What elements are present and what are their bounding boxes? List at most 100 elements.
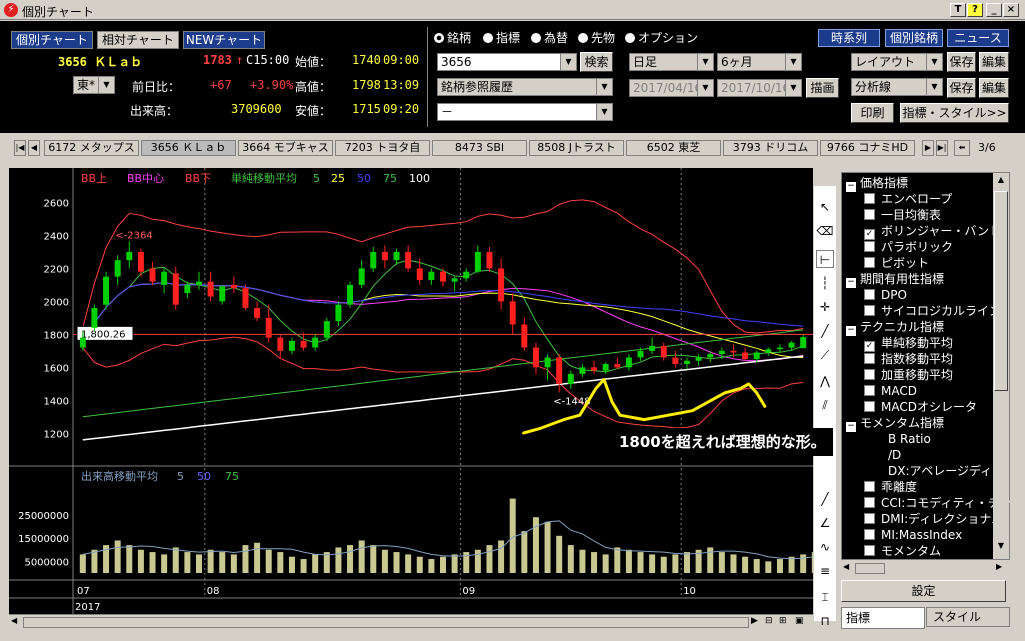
sub-select[interactable]: － ▼	[437, 103, 613, 121]
help-button[interactable]: ?	[967, 3, 983, 17]
checkbox-icon[interactable]	[864, 401, 875, 412]
stock-tab[interactable]: 3664 モブキャス	[238, 140, 333, 156]
tree-item[interactable]: DX:アベレージディレ	[888, 463, 1004, 479]
nav-relative-chart[interactable]: 相対チャート	[97, 31, 179, 49]
tree-item[interactable]: MI:MassIndex	[864, 527, 962, 543]
tree-item[interactable]: 加重移動平均	[864, 367, 953, 383]
collapse-icon[interactable]: −	[846, 182, 856, 192]
checkbox-icon[interactable]	[864, 257, 875, 268]
tab-timeseries[interactable]: 時系列	[818, 29, 880, 47]
start-date-select[interactable]: 2017/04/16 ▼	[629, 79, 714, 97]
radio-index[interactable]: 指標	[483, 29, 520, 46]
back-arrow-icon[interactable]: ⬅	[954, 140, 970, 156]
radio-stock[interactable]: 銘柄	[434, 29, 471, 46]
nav-new-chart[interactable]: NEWチャート	[183, 31, 265, 49]
radio-forex[interactable]: 為替	[531, 29, 568, 46]
interval-select[interactable]: 日足 ▼	[629, 53, 714, 71]
line-tool-icon[interactable]: ╱	[816, 490, 834, 508]
channel-tool-icon[interactable]: ⫽	[816, 396, 834, 414]
angle-tool-icon[interactable]: ∠	[816, 514, 834, 532]
cross-tool-icon[interactable]: ✛	[816, 298, 834, 316]
tree-item[interactable]: B Ratio	[888, 431, 931, 447]
tree-item[interactable]: ピボット	[864, 255, 929, 271]
radio-options[interactable]: オプション	[625, 29, 698, 46]
tab-indicator[interactable]: 指標	[841, 607, 925, 629]
pointer-tool-icon[interactable]: ↖	[816, 198, 834, 216]
layout-edit-button[interactable]: 編集	[979, 52, 1009, 72]
zoom-in-icon[interactable]: ⊞	[779, 616, 787, 626]
layout-select[interactable]: レイアウト ▼	[851, 53, 943, 71]
chart-hscroll[interactable]: ◀ ▶ ⊟ ⊞ ▣	[9, 614, 813, 630]
zoom-out-icon[interactable]: ⊟	[765, 616, 773, 626]
trendline-tool-icon[interactable]: ╱	[816, 322, 834, 340]
stock-tab[interactable]: 6502 東芝	[626, 140, 721, 156]
tree-item[interactable]: モメンタム	[864, 543, 941, 559]
stock-tab[interactable]: 6172 メタップス	[44, 140, 139, 156]
stock-code-input[interactable]: 3656 ▼	[437, 53, 577, 71]
scroll-down-icon[interactable]: ▼	[994, 541, 1008, 555]
tree-group[interactable]: − テクニカル指標	[846, 319, 944, 336]
tree-item[interactable]: ✓ 単純移動平均	[864, 335, 953, 352]
tab-individual-stock[interactable]: 個別銘柄	[885, 29, 943, 47]
stock-tab[interactable]: 8508 Jトラスト	[529, 140, 624, 156]
analysis-edit-button[interactable]: 編集	[979, 78, 1009, 98]
nav-individual-chart[interactable]: 個別チャート	[11, 31, 93, 49]
tree-item[interactable]: 乖離度	[864, 479, 917, 495]
tree-item[interactable]: ✓ ボリンジャー・バンド	[864, 223, 1001, 240]
indicator-style-button[interactable]: 指標・スタイル>>	[900, 103, 1009, 123]
checkbox-icon[interactable]	[864, 497, 875, 508]
checkbox-icon[interactable]	[864, 545, 875, 556]
last-tab-icon[interactable]: ▶|	[936, 140, 948, 156]
tree-item[interactable]: MACD	[864, 383, 917, 399]
wave-tool-icon[interactable]: ∿	[816, 538, 834, 556]
radio-futures[interactable]: 先物	[578, 29, 615, 46]
checkbox-icon[interactable]	[864, 241, 875, 252]
pin-button[interactable]: T	[950, 3, 966, 17]
layout-save-button[interactable]: 保存	[947, 52, 976, 72]
checkbox-icon[interactable]	[864, 369, 875, 380]
fibonacci-tool-icon[interactable]: ⋀	[816, 372, 834, 390]
checkbox-icon[interactable]	[864, 289, 875, 300]
stock-tab[interactable]: 8473 SBI	[432, 140, 527, 156]
hline-tool-icon[interactable]: ⊢	[816, 250, 834, 268]
tree-item[interactable]: DMI:ディレクショナル	[864, 511, 1003, 527]
stock-tab[interactable]: 9766 コナミHD	[820, 140, 915, 156]
tree-group[interactable]: − 期間有用性指標	[846, 271, 944, 288]
scroll-left-icon[interactable]: ◀	[11, 616, 17, 625]
end-date-select[interactable]: 2017/10/16 ▼	[717, 79, 802, 97]
scroll-left-icon[interactable]: ◀	[843, 562, 849, 571]
market-select[interactable]: 東* ▼	[73, 76, 115, 94]
next-tab-icon[interactable]: ▶	[922, 140, 934, 156]
checkbox-icon[interactable]	[864, 305, 875, 316]
tree-item[interactable]: CCI:コモディティ・チャ	[864, 495, 1012, 511]
tab-news[interactable]: ニュース	[947, 29, 1009, 47]
chart-area[interactable]: 1200 1400 1600 1800 2000 2200 2400 2600 5000000 1…	[9, 168, 830, 614]
bracket-tool-icon[interactable]: ⌶	[816, 588, 834, 606]
tree-item[interactable]: 指数移動平均	[864, 351, 953, 367]
print-button[interactable]: 印刷	[851, 103, 894, 123]
tree-item[interactable]: 一目均衡表	[864, 207, 941, 223]
checkbox-icon[interactable]	[864, 513, 875, 524]
checkbox-icon[interactable]	[864, 193, 875, 204]
range-select[interactable]: 6ヶ月 ▼	[717, 53, 802, 71]
checkbox-icon[interactable]	[864, 529, 875, 540]
stock-tab[interactable]: 3656 ＫＬａｂ	[141, 140, 236, 156]
history-select[interactable]: 銘柄参照履歴 ▼	[437, 78, 613, 96]
tree-group[interactable]: − モメンタム指標	[846, 415, 944, 432]
close-button[interactable]: ×	[1003, 3, 1019, 17]
chart-hscroll-thumb[interactable]	[23, 617, 749, 628]
checkbox-icon[interactable]	[864, 353, 875, 364]
tab-style[interactable]: スタイル	[926, 607, 1010, 627]
tree-item[interactable]: DPO	[864, 287, 907, 303]
draw-button[interactable]: 描画	[806, 78, 839, 98]
tree-item[interactable]: パラボリック	[864, 239, 953, 255]
collapse-icon[interactable]: −	[846, 278, 856, 288]
collapse-icon[interactable]: −	[846, 422, 856, 432]
fit-icon[interactable]: ▣	[795, 616, 804, 626]
scroll-thumb[interactable]	[994, 191, 1008, 391]
panel-hscroll[interactable]: ◀ ▶	[841, 561, 1010, 576]
tree-group[interactable]: − 価格指標	[846, 175, 908, 192]
tree-item[interactable]: /D	[888, 447, 901, 463]
analysis-save-button[interactable]: 保存	[947, 78, 976, 98]
step-tool-icon[interactable]: ⊓	[816, 612, 834, 630]
